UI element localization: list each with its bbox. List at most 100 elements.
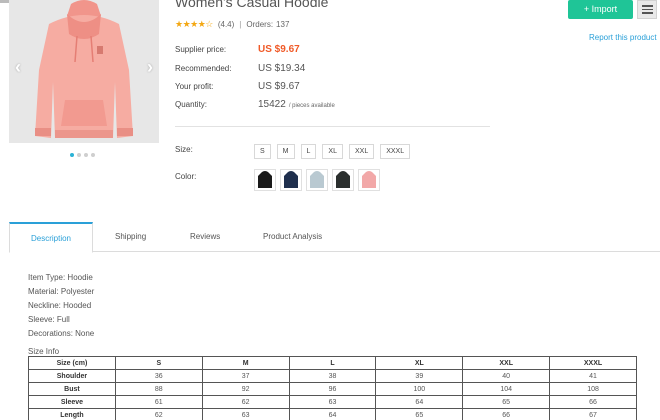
tab-reviews[interactable]: Reviews xyxy=(190,222,220,252)
size-options: S M L XL XXL XXXL xyxy=(254,144,411,159)
tab-product-analysis[interactable]: Product Analysis xyxy=(263,222,322,252)
recommended-row: Recommended: US $19.34 xyxy=(175,63,305,74)
table-cell: 61 xyxy=(114,395,203,409)
description-item: Decorations: None xyxy=(28,329,95,338)
profit-row: Your profit: US $9.67 xyxy=(175,81,300,92)
color-label: Color: xyxy=(175,172,197,181)
table-cell: 108 xyxy=(549,382,637,396)
size-option-s[interactable]: S xyxy=(254,144,271,159)
size-option-xxl[interactable]: XXL xyxy=(348,144,375,159)
table-header-cell: Size (cm) xyxy=(28,356,116,370)
hoodie-thumb-icon xyxy=(258,171,272,188)
size-option-l[interactable]: L xyxy=(300,144,317,159)
table-cell: 64 xyxy=(288,408,377,420)
quantity-unit: / pieces available xyxy=(288,103,335,109)
table-cell: 65 xyxy=(462,395,551,409)
hoodie-thumb-icon xyxy=(362,171,376,188)
report-product-link[interactable]: Report this product xyxy=(589,33,657,42)
table-cell: 37 xyxy=(201,369,290,383)
table-cell: 65 xyxy=(375,408,464,420)
supplier-price-label: Supplier price: xyxy=(175,45,227,54)
table-cell: 40 xyxy=(462,369,551,383)
supplier-price-value: US $9.67 xyxy=(258,44,300,55)
description-item: Material: Polyester xyxy=(28,287,95,296)
hoodie-thumb-icon xyxy=(284,171,298,188)
gallery-dot[interactable] xyxy=(70,153,74,157)
table-cell: 64 xyxy=(375,395,464,409)
table-cell: 62 xyxy=(201,395,290,409)
description-item: Neckline: Hooded xyxy=(28,301,92,310)
color-option-black[interactable] xyxy=(254,169,276,191)
color-option-navy[interactable] xyxy=(280,169,302,191)
table-cell: 96 xyxy=(288,382,377,396)
orders-count: 137 xyxy=(276,20,290,29)
table-cell: 63 xyxy=(201,408,290,420)
recommended-value: US $19.34 xyxy=(258,63,306,74)
color-option-pink[interactable] xyxy=(358,169,380,191)
profit-label: Your profit: xyxy=(175,82,214,91)
rating-stars-icon: ★★★★☆ xyxy=(175,19,213,29)
import-button[interactable]: + Import xyxy=(568,0,633,19)
size-option-xxxl[interactable]: XXXL xyxy=(380,144,411,159)
table-row: Bust 88 92 96 100 104 108 xyxy=(28,382,637,396)
hoodie-thumb-icon xyxy=(310,171,324,188)
quantity-label: Quantity: xyxy=(175,100,208,109)
table-row: Sleeve 61 62 63 64 65 66 xyxy=(28,395,637,409)
tab-description[interactable]: Description xyxy=(9,222,93,253)
product-title: Women's Casual Hoodie xyxy=(175,0,329,10)
table-cell: 36 xyxy=(114,369,203,383)
table-cell: 66 xyxy=(549,395,637,409)
color-option-dark-gray[interactable] xyxy=(332,169,354,191)
gallery-dot[interactable] xyxy=(77,153,81,157)
menu-icon[interactable] xyxy=(637,0,657,19)
rating-value: (4.4) xyxy=(217,20,235,29)
table-cell: 92 xyxy=(201,382,290,396)
table-cell: 41 xyxy=(549,369,637,383)
size-option-xl[interactable]: XL xyxy=(322,144,343,159)
table-cell: 39 xyxy=(375,369,464,383)
table-cell: 63 xyxy=(288,395,377,409)
table-cell: 66 xyxy=(462,408,551,420)
orders-label: Orders: xyxy=(246,20,274,29)
table-header-cell: XXL xyxy=(462,356,551,370)
size-label: Size: xyxy=(175,145,193,154)
description-list: Item Type: Hoodie Material: Polyester Ne… xyxy=(28,271,94,341)
table-cell: 67 xyxy=(549,408,637,420)
description-item: Item Type: Hoodie xyxy=(28,273,93,282)
hoodie-image xyxy=(35,0,133,138)
table-cell: Bust xyxy=(28,382,116,396)
gallery-dot[interactable] xyxy=(91,153,95,157)
product-image-gallery[interactable]: ‹ › xyxy=(9,0,159,143)
gallery-prev-arrow[interactable]: ‹ xyxy=(11,56,25,78)
recommended-label: Recommended: xyxy=(175,64,232,73)
table-header-cell: L xyxy=(288,356,377,370)
table-header-cell: XXXL xyxy=(549,356,637,370)
quantity-value: 15422 xyxy=(258,99,286,110)
color-options xyxy=(254,169,380,191)
table-cell: 88 xyxy=(114,382,203,396)
table-cell: Sleeve xyxy=(28,395,116,409)
rating-row: ★★★★☆ (4.4) | Orders: 137 xyxy=(175,19,289,30)
hoodie-thumb-icon xyxy=(336,171,350,188)
product-tabs: Description Shipping Reviews Product Ana… xyxy=(9,222,660,253)
table-header-cell: S xyxy=(114,356,203,370)
size-option-m[interactable]: M xyxy=(276,144,295,159)
tab-shipping[interactable]: Shipping xyxy=(115,222,146,252)
table-cell: 104 xyxy=(462,382,551,396)
supplier-price-row: Supplier price: US $9.67 xyxy=(175,44,300,55)
description-item: Sleeve: Full xyxy=(28,315,70,324)
gallery-dot[interactable] xyxy=(84,153,88,157)
table-header-row: Size (cm) S M L XL XXL XXXL xyxy=(28,356,637,370)
gallery-dots xyxy=(70,153,95,157)
color-option-light-blue[interactable] xyxy=(306,169,328,191)
profit-value: US $9.67 xyxy=(258,81,300,92)
table-header-cell: M xyxy=(201,356,290,370)
quantity-row: Quantity: 15422 / pieces available xyxy=(175,99,335,110)
table-cell: 62 xyxy=(114,408,203,420)
table-row: Shoulder 36 37 38 39 40 41 xyxy=(28,369,637,383)
size-info-label: Size Info xyxy=(28,347,60,356)
size-table: Size (cm) S M L XL XXL XXXL Shoulder 36 … xyxy=(28,356,637,420)
divider xyxy=(175,126,490,127)
gallery-next-arrow[interactable]: › xyxy=(143,56,157,78)
table-cell: 100 xyxy=(375,382,464,396)
